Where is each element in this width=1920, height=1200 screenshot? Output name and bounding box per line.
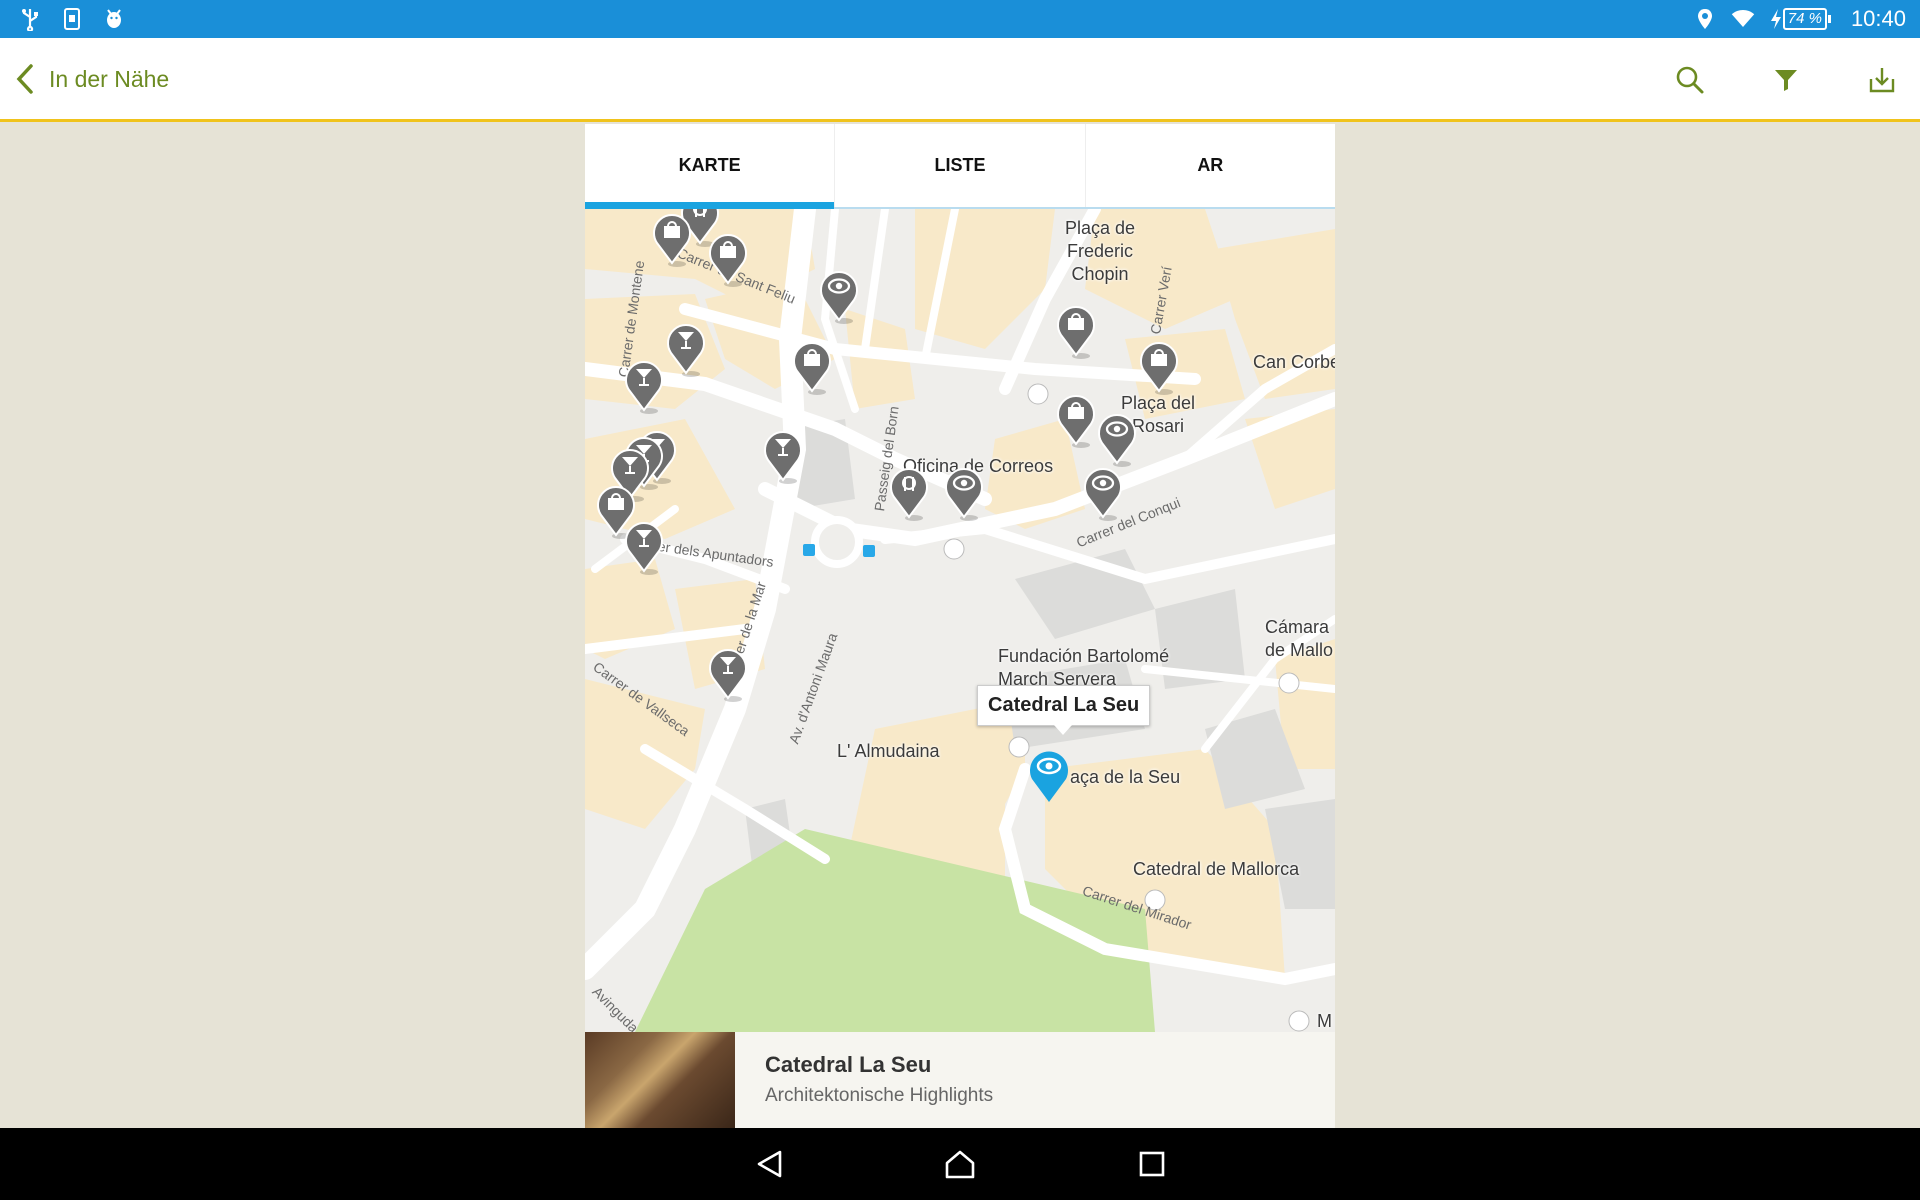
selected-sight-pin[interactable] — [1024, 744, 1074, 804]
android-debug-icon — [102, 6, 126, 32]
place-card[interactable]: Catedral La Seu Architektonische Highlig… — [585, 1032, 1335, 1128]
bar-pin[interactable] — [758, 424, 808, 484]
label-catedral-mallorca: Catedral de Mallorca — [1133, 859, 1300, 879]
recents-icon[interactable] — [1132, 1146, 1172, 1182]
bar-pin[interactable] — [703, 642, 753, 702]
place-card-title: Catedral La Seu — [765, 1052, 932, 1077]
status-bar: 74 % 10:40 — [0, 0, 1920, 38]
charging-bolt-icon — [1770, 9, 1781, 29]
back-arrow-icon[interactable] — [6, 60, 44, 98]
location-icon — [1693, 6, 1717, 32]
app-bar: In der Nähe — [0, 38, 1920, 122]
shopping-pin[interactable] — [703, 227, 753, 287]
shopping-pin[interactable] — [1134, 335, 1184, 395]
main-panel: KARTE LISTE AR Plaça de Frederic Chopin … — [585, 124, 1335, 1128]
search-icon[interactable] — [1666, 58, 1714, 102]
label-edge-m: M — [1317, 1011, 1332, 1031]
usb-icon — [18, 6, 42, 32]
label-can-corbe: Can Corbe — [1253, 352, 1335, 372]
label-placa-chopin: Plaça de Frederic Chopin — [1065, 218, 1136, 284]
tab-bar: KARTE LISTE AR — [585, 124, 1335, 209]
map-callout[interactable]: Catedral La Seu — [977, 685, 1151, 735]
back-triangle-icon[interactable] — [750, 1146, 790, 1182]
sight-pin[interactable] — [1092, 407, 1142, 467]
bar-pin[interactable] — [619, 354, 669, 414]
label-camara: Cámara de Mallo — [1265, 617, 1334, 660]
sight-pin[interactable] — [1078, 461, 1128, 521]
place-thumbnail — [585, 1032, 735, 1128]
shopping-pin[interactable] — [787, 335, 837, 395]
label-almudaina: L' Almudaina — [837, 741, 940, 761]
wifi-icon — [1731, 6, 1755, 32]
page-title: In der Nähe — [49, 66, 170, 92]
tab-liste[interactable]: LISTE — [835, 124, 1086, 207]
sight-pin[interactable] — [939, 461, 989, 521]
download-icon[interactable] — [1858, 58, 1906, 102]
filter-icon[interactable] — [1762, 58, 1810, 102]
place-card-subtitle: Architektonische Highlights — [765, 1085, 994, 1106]
map-view[interactable]: Plaça de Frederic Chopin Can Corbe Plaça… — [585, 209, 1335, 1032]
restaurant-pin[interactable] — [884, 461, 934, 521]
bar-pin[interactable] — [619, 515, 669, 575]
sight-pin[interactable] — [814, 264, 864, 324]
shopping-pin[interactable] — [1051, 299, 1101, 359]
battery-icon: 74 % — [1769, 8, 1831, 30]
tab-ar[interactable]: AR — [1086, 124, 1335, 207]
sim-card-icon — [60, 6, 84, 32]
tab-karte[interactable]: KARTE — [585, 124, 836, 209]
clock: 10:40 — [1850, 6, 1906, 31]
home-icon[interactable] — [940, 1146, 980, 1182]
battery-level: 74 % — [1782, 8, 1827, 30]
navigation-bar — [0, 1128, 1920, 1200]
shopping-pin[interactable] — [647, 209, 697, 267]
label-placa-seu: aça de la Seu — [1070, 767, 1181, 787]
